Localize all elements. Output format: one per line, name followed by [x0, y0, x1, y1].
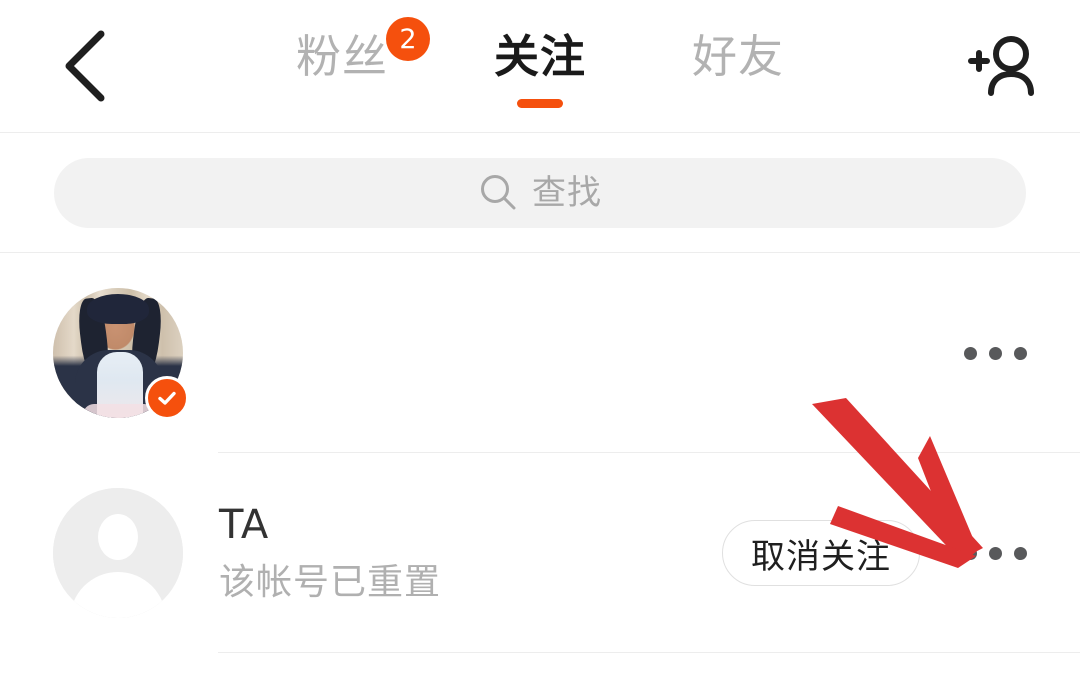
more-horizontal-icon[interactable]	[952, 510, 1038, 596]
avatar-image	[53, 488, 183, 618]
tab-following[interactable]: 关注	[441, 0, 639, 120]
add-user-icon	[968, 35, 1036, 97]
tab-friends-label: 好友	[691, 29, 784, 83]
table-row[interactable]: TA 该帐号已重置 取消关注	[0, 453, 1080, 653]
avatar[interactable]	[53, 488, 183, 618]
unfollow-button[interactable]: 取消关注	[722, 520, 920, 586]
tab-following-label: 关注	[493, 29, 586, 83]
avatar[interactable]	[53, 288, 189, 420]
search-placeholder: 查找	[532, 172, 602, 213]
row-actions: 取消关注	[722, 510, 1080, 596]
tab-friends[interactable]: 好友	[639, 0, 837, 120]
user-subtitle: 该帐号已重置	[219, 562, 442, 604]
check-badge-icon	[145, 376, 189, 420]
add-user-button[interactable]	[956, 20, 1048, 112]
user-name: TA	[219, 502, 269, 549]
tab-fans[interactable]: 粉丝 2	[243, 0, 441, 120]
tab-fans-label: 粉丝	[295, 29, 388, 83]
app-screen: 粉丝 2 关注 好友 查找 TA 该帐号已重置 取消关注	[0, 0, 1080, 678]
search-input[interactable]: 查找	[54, 157, 1026, 228]
row-info: TA 该帐号已重置	[183, 502, 722, 603]
table-row[interactable]	[0, 253, 1080, 453]
app-header: 粉丝 2 关注 好友	[0, 0, 1080, 133]
chevron-left-icon	[59, 28, 109, 104]
more-horizontal-icon[interactable]	[952, 310, 1038, 396]
tab-bar: 粉丝 2 关注 好友	[0, 0, 1080, 120]
tab-fans-badge: 2	[386, 17, 430, 61]
row-actions	[952, 310, 1080, 396]
search-area: 查找	[0, 133, 1080, 253]
tab-active-indicator	[517, 99, 563, 108]
back-button[interactable]	[38, 20, 130, 112]
user-list: TA 该帐号已重置 取消关注	[0, 253, 1080, 653]
search-icon	[478, 172, 518, 216]
default-avatar-icon	[53, 488, 183, 618]
